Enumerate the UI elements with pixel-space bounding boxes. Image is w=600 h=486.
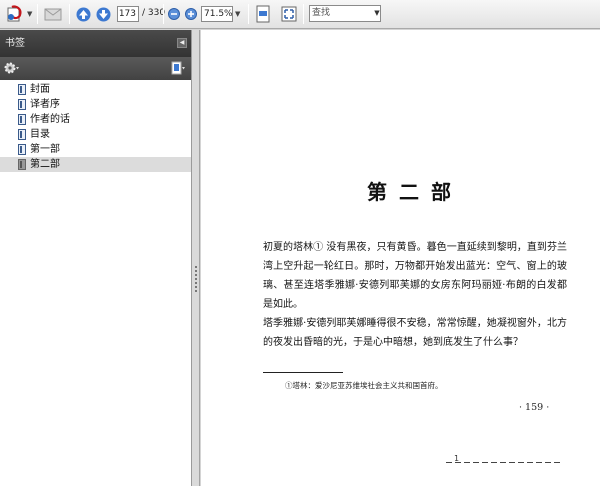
zoom-in-icon [185,8,197,20]
bookmark-label: 目录 [30,129,50,140]
body-paragraph: 初夏的塔林① 没有黑夜，只有黄昏。暮色一直延续到黎明，直到芬兰湾上空升起一轮红日… [263,242,567,310]
arrow-up-icon [76,7,90,21]
zoom-level-input[interactable]: 71.5% [201,6,233,22]
create-pdf-icon [7,5,22,22]
bottom-rule [446,462,561,463]
zoom-out-button[interactable] [167,3,181,25]
bookmark-cover[interactable]: 封面 [0,82,191,97]
bookmark-list: 封面 译者序 作者的话 目录 第一部 第二部 [0,80,191,172]
bookmark-label: 封面 [30,84,50,95]
bookmarks-panel: 书签 ◀ 封面 译者序 作者的话 目录 第一部 第二部 [0,30,192,486]
bookmark-icon [18,144,26,155]
previous-page-button[interactable] [74,3,92,25]
zoom-dropdown-icon[interactable]: ▼ [235,10,240,18]
fit-page-button[interactable] [253,3,273,25]
collapse-panel-button[interactable]: ◀ [177,38,187,48]
panel-splitter[interactable] [192,30,200,486]
body-paragraph: 塔季雅娜·安德列耶芙娜睡得很不安稳，常常惊醒，她凝视窗外，北方的夜发出昏暗的光，… [263,318,567,348]
bookmark-translator-preface[interactable]: 译者序 [0,97,191,112]
bookmark-icon [18,114,26,125]
bookmark-icon [18,159,26,170]
bookmark-label: 第一部 [30,144,60,155]
create-pdf-dropdown-icon[interactable]: ▼ [27,10,32,18]
document-page: 第二部 初夏的塔林① 没有黑夜，只有黄昏。暮色一直延续到黎明，直到芬兰湾上空升起… [201,30,600,486]
zoom-in-button[interactable] [184,3,198,25]
email-icon [44,8,62,21]
footnote-rule [263,372,343,373]
new-bookmark-icon[interactable] [171,61,185,75]
search-dropdown-icon[interactable]: ▼ [373,6,381,21]
bookmark-label: 作者的话 [30,114,70,125]
bookmark-part-two[interactable]: 第二部 [0,157,191,172]
bookmarks-panel-header: 书签 ◀ [0,30,191,57]
footnote: ①塔林：爱沙尼亚苏维埃社会主义共和国首府。 [285,381,443,390]
bookmark-author-note[interactable]: 作者的话 [0,112,191,127]
bookmark-contents[interactable]: 目录 [0,127,191,142]
toolbar-separator [248,4,249,24]
bookmark-label: 译者序 [30,99,60,110]
create-pdf-button[interactable] [4,3,28,25]
zoom-out-icon [168,8,180,20]
splitter-grip[interactable] [195,266,197,292]
bookmark-label: 第二部 [30,159,60,170]
chapter-title: 第二部 [367,180,463,204]
toolbar-separator [303,4,304,24]
full-screen-button[interactable] [279,3,299,25]
toolbar: ▼ 173 / 330 71.5% ▼ 查找 ▼ [0,0,600,29]
page-number-input[interactable]: 173 [117,6,139,22]
bookmark-icon [18,129,26,140]
toolbar-separator [37,4,38,24]
options-gear-icon[interactable] [4,61,20,75]
arrow-down-icon [96,7,110,21]
page-number: · 159 · [519,402,550,413]
next-page-button[interactable] [94,3,112,25]
toolbar-separator [163,4,164,24]
bookmarks-toolbar [0,57,191,80]
search-input[interactable]: 查找 [309,5,381,22]
full-screen-icon [281,6,297,22]
page-total-label: / 330 [142,8,166,18]
bookmark-part-one[interactable]: 第一部 [0,142,191,157]
email-button[interactable] [42,3,66,25]
bookmark-icon [18,84,26,95]
bookmarks-panel-title: 书签 [5,38,25,49]
toolbar-separator [69,4,70,24]
fit-page-icon [256,5,270,23]
bookmark-icon [18,99,26,110]
